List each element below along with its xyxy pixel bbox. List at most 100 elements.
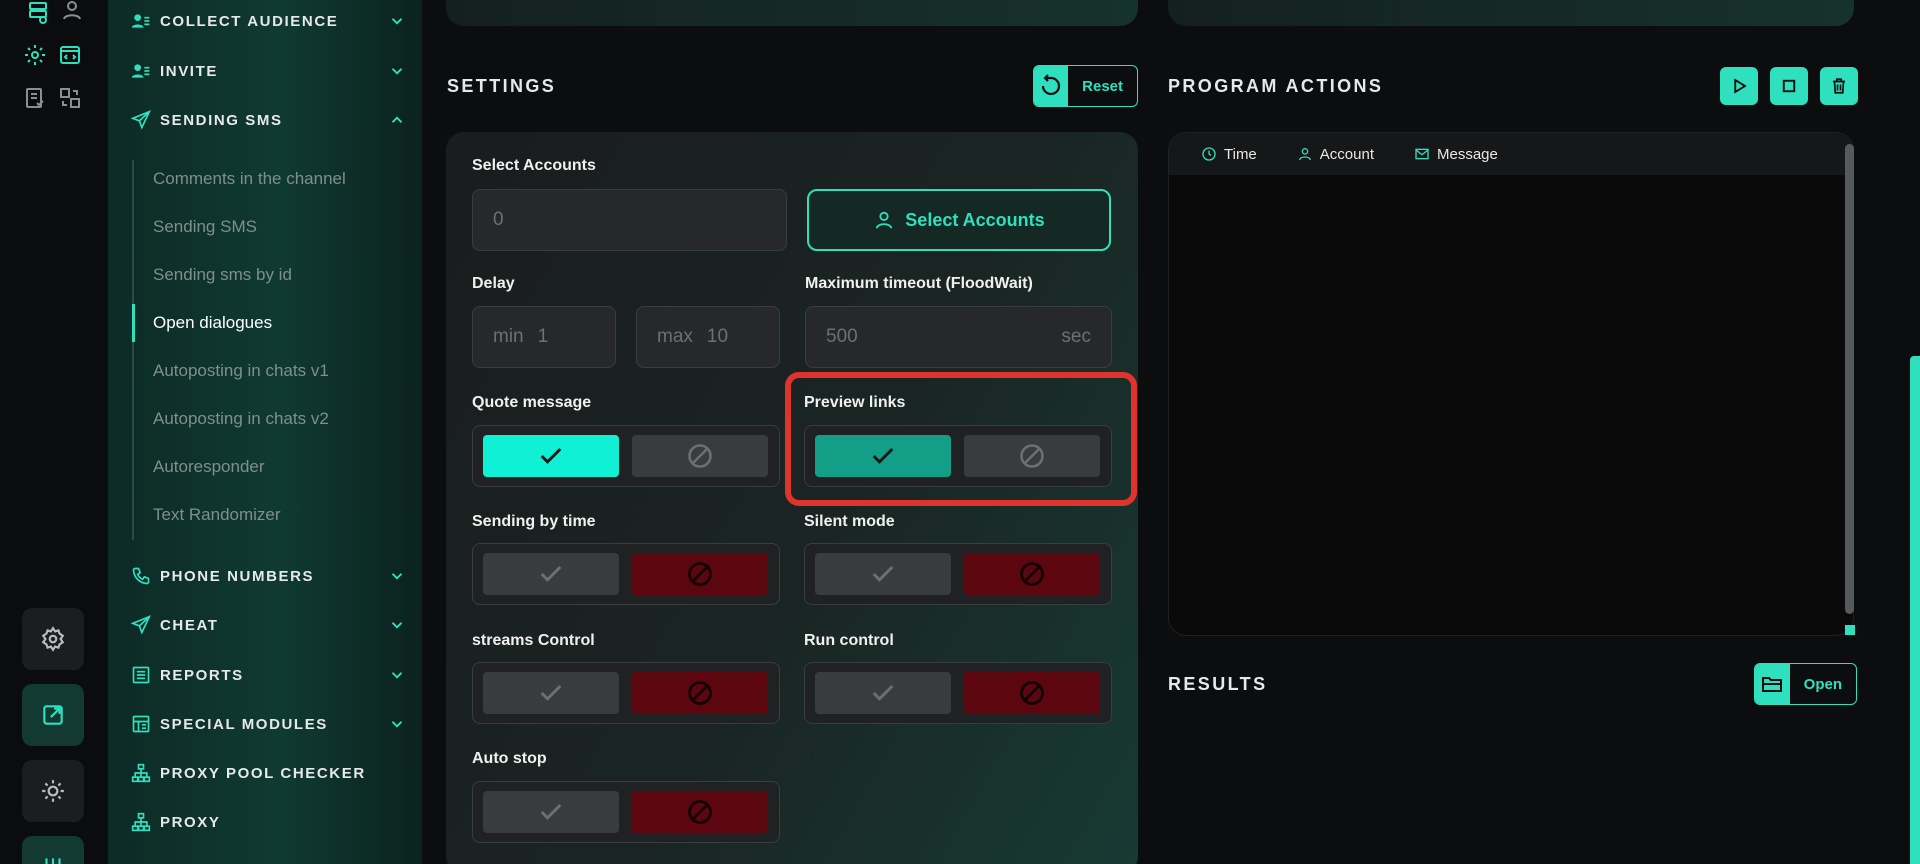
nav-special-modules[interactable]: SPECIAL MODULES xyxy=(130,709,406,739)
sub-item-open-dialogues[interactable]: Open dialogues xyxy=(153,313,272,333)
auto-stop-on[interactable] xyxy=(483,791,619,833)
check-icon xyxy=(872,565,894,582)
column-account[interactable]: Account xyxy=(1297,146,1374,163)
auto-stop-label: Auto stop xyxy=(472,750,547,767)
transfer-icon[interactable] xyxy=(56,84,84,112)
accounts-count-value: 0 xyxy=(493,209,504,230)
clear-button[interactable] xyxy=(1820,67,1858,105)
equalizer-button[interactable] xyxy=(22,836,84,864)
paper-plane-icon xyxy=(130,109,152,131)
quote-message-off[interactable] xyxy=(632,435,768,477)
delay-max-field[interactable]: max 10 xyxy=(636,306,780,368)
sub-item-sending-sms[interactable]: Sending SMS xyxy=(153,217,257,237)
user-circle-icon[interactable] xyxy=(58,0,86,24)
resize-handle[interactable] xyxy=(1845,625,1855,635)
sending-by-time-off[interactable] xyxy=(632,553,768,595)
streams-control-on[interactable] xyxy=(483,672,619,714)
highlight-box xyxy=(785,372,1137,506)
code-window-icon[interactable] xyxy=(56,41,84,69)
paper-plane-icon xyxy=(130,614,152,636)
auto-stop-off[interactable] xyxy=(632,791,768,833)
sub-item-autoposting-v2[interactable]: Autoposting in chats v2 xyxy=(153,409,329,429)
program-actions-table: Time Account Message xyxy=(1168,132,1854,636)
program-actions-title: PROGRAM ACTIONS xyxy=(1168,76,1384,96)
select-accounts-label: Select Accounts xyxy=(472,157,596,174)
user-icon xyxy=(1298,148,1311,161)
nav-label: PHONE NUMBERS xyxy=(160,567,315,585)
sidebar: COLLECT AUDIENCE INVITE SENDING SMS Comm… xyxy=(108,0,422,864)
quote-message-toggle xyxy=(472,425,780,487)
sun-icon xyxy=(42,780,64,802)
timeout-label: Maximum timeout (FloodWait) xyxy=(805,275,1033,292)
database-icon[interactable] xyxy=(24,0,52,26)
chevron-down-icon xyxy=(391,672,403,679)
nav-cheat[interactable]: CHEAT xyxy=(130,610,406,640)
reset-label: Reset xyxy=(1082,77,1123,95)
users-icon xyxy=(130,60,152,82)
sub-item-comments-in-channel[interactable]: Comments in the channel xyxy=(153,169,346,189)
gear-icon[interactable] xyxy=(21,41,49,69)
page-scrollbar[interactable] xyxy=(1910,356,1920,864)
block-icon xyxy=(688,800,712,824)
check-icon xyxy=(540,565,562,582)
network-icon xyxy=(130,811,152,833)
sending-by-time-on[interactable] xyxy=(483,553,619,595)
column-message[interactable]: Message xyxy=(1414,146,1498,163)
sub-item-sending-sms-by-id[interactable]: Sending sms by id xyxy=(153,265,292,285)
gear-icon xyxy=(41,626,65,652)
reset-button[interactable]: Reset xyxy=(1033,65,1138,107)
refresh-icon xyxy=(1034,66,1069,106)
sub-item-autoposting-v1[interactable]: Autoposting in chats v1 xyxy=(153,361,329,381)
sub-item-text-randomizer[interactable]: Text Randomizer xyxy=(153,505,281,525)
column-time-label: Time xyxy=(1224,145,1257,163)
checklist-icon[interactable] xyxy=(21,84,49,112)
streams-control-label: streams Control xyxy=(472,632,595,649)
nav-proxy[interactable]: PROXY xyxy=(130,807,406,837)
delay-min-field[interactable]: min 1 xyxy=(472,306,616,368)
run-control-label: Run control xyxy=(804,632,894,649)
folder-icon xyxy=(1755,664,1790,704)
quote-message-on[interactable] xyxy=(483,435,619,477)
nav-reports[interactable]: REPORTS xyxy=(130,660,406,690)
run-control-on[interactable] xyxy=(815,672,951,714)
mail-icon xyxy=(1415,148,1429,160)
accounts-count-field[interactable]: 0 xyxy=(472,189,787,251)
previous-card-edge xyxy=(446,0,1138,26)
theme-toggle-button[interactable] xyxy=(22,760,84,822)
streams-control-off[interactable] xyxy=(632,672,768,714)
table-scrollbar[interactable] xyxy=(1845,144,1854,614)
chevron-down-icon xyxy=(391,721,403,728)
delay-max-value: 10 xyxy=(706,326,729,347)
nav-proxy-pool-checker[interactable]: PROXY POOL CHECKER xyxy=(130,758,406,788)
stop-icon xyxy=(1782,79,1796,93)
delay-label: Delay xyxy=(472,275,515,292)
settings-button[interactable] xyxy=(22,608,84,670)
table-header: Time Account Message xyxy=(1169,133,1853,175)
chevron-up-icon xyxy=(391,116,403,123)
silent-mode-off[interactable] xyxy=(964,553,1100,595)
sub-item-autoresponder[interactable]: Autoresponder xyxy=(153,457,265,477)
chevron-down-icon xyxy=(391,622,403,629)
nav-collect-audience[interactable]: COLLECT AUDIENCE xyxy=(130,6,406,36)
run-control-off[interactable] xyxy=(964,672,1100,714)
modules-icon xyxy=(130,713,152,735)
nav-invite[interactable]: INVITE xyxy=(130,56,406,86)
play-icon xyxy=(1734,78,1747,94)
timeout-field[interactable]: 500 sec xyxy=(805,306,1112,368)
nav-label: PROXY POOL CHECKER xyxy=(160,764,366,782)
open-results-button[interactable]: Open xyxy=(1754,663,1857,705)
silent-mode-on[interactable] xyxy=(815,553,951,595)
column-time[interactable]: Time xyxy=(1201,146,1257,163)
nav-sending-sms[interactable]: SENDING SMS xyxy=(130,105,406,135)
external-link-button[interactable] xyxy=(22,684,84,746)
nav-phone-numbers[interactable]: PHONE NUMBERS xyxy=(130,561,406,591)
check-icon xyxy=(540,684,562,701)
block-icon xyxy=(1020,681,1044,705)
delay-min-label: min xyxy=(493,326,524,347)
play-button[interactable] xyxy=(1720,67,1758,105)
select-accounts-button[interactable]: Select Accounts xyxy=(807,189,1111,251)
delay-min-value: 1 xyxy=(537,326,549,347)
sliders-icon xyxy=(45,858,61,864)
stop-button[interactable] xyxy=(1770,67,1808,105)
settings-title: SETTINGS xyxy=(447,76,557,96)
